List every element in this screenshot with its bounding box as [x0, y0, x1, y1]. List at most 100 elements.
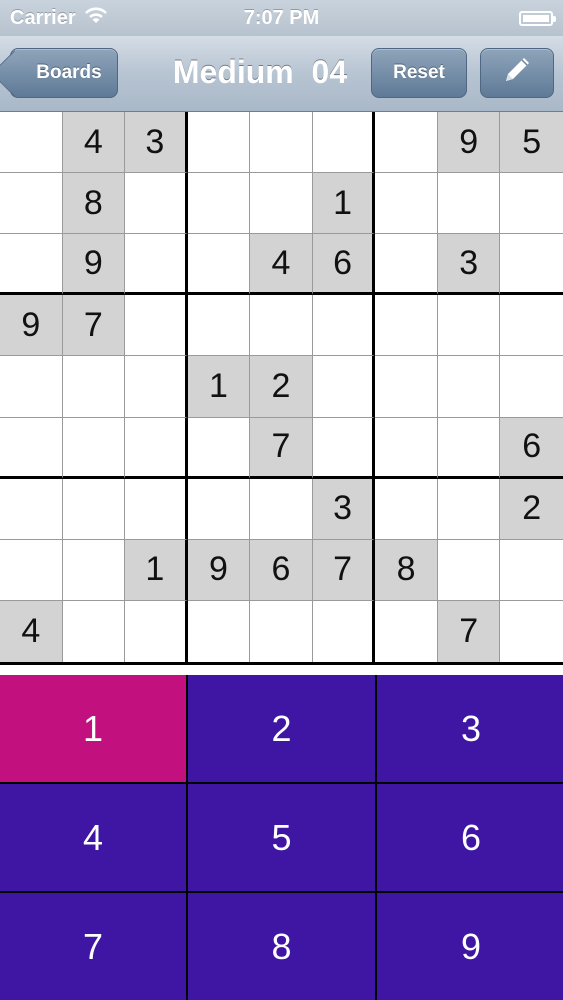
board-cell-r8-c7[interactable]: 8 [375, 539, 438, 601]
board-cell-r2-c1[interactable] [0, 173, 63, 235]
number-key-9[interactable]: 9 [377, 893, 563, 1000]
board-cell-r6-c5[interactable]: 7 [250, 417, 313, 479]
board-cell-r4-c3[interactable] [125, 295, 188, 357]
board-cell-r1-c5[interactable] [250, 112, 313, 174]
board-cell-r4-c6[interactable] [312, 295, 376, 357]
board-cell-r5-c3[interactable] [125, 356, 188, 418]
board-cell-r1-c6[interactable] [312, 112, 376, 174]
number-key-2[interactable]: 2 [188, 675, 375, 782]
board-cell-r6-c8[interactable] [437, 417, 501, 479]
board-cell-r4-c4[interactable] [187, 295, 251, 357]
navigation-bar: Boards Medium 04 Reset [0, 36, 563, 112]
board-cell-r7-c6[interactable]: 3 [312, 478, 376, 540]
board-cell-r3-c8[interactable]: 3 [437, 234, 501, 296]
board-cell-r8-c1[interactable] [0, 539, 63, 601]
board-cell-r7-c5[interactable] [250, 478, 313, 540]
board-cell-r6-c1[interactable] [0, 417, 63, 479]
board-cell-r8-c9[interactable] [500, 539, 563, 601]
board-cell-r9-c9[interactable] [500, 600, 563, 662]
number-key-4[interactable]: 4 [0, 784, 186, 891]
board-cell-r7-c3[interactable] [125, 478, 188, 540]
board-cell-r6-c4[interactable] [187, 417, 251, 479]
board-cell-r3-c7[interactable] [375, 234, 438, 296]
board-cell-r9-c7[interactable] [375, 600, 438, 662]
carrier-label: Carrier [10, 6, 76, 29]
number-key-3[interactable]: 3 [377, 675, 563, 782]
board-cell-r3-c3[interactable] [125, 234, 188, 296]
board-cell-r5-c1[interactable] [0, 356, 63, 418]
board-cell-r6-c3[interactable] [125, 417, 188, 479]
board-cell-r2-c8[interactable] [437, 173, 501, 235]
board-cell-r4-c2[interactable]: 7 [62, 295, 126, 357]
wifi-icon [84, 6, 108, 30]
board-cell-r4-c5[interactable] [250, 295, 313, 357]
status-left: Carrier [10, 6, 108, 30]
board-cell-r2-c9[interactable] [500, 173, 563, 235]
board-cell-r9-c4[interactable] [187, 600, 251, 662]
board-cell-r2-c2[interactable]: 8 [62, 173, 126, 235]
board-cell-r5-c9[interactable] [500, 356, 563, 418]
battery-icon [519, 10, 556, 26]
board-cell-r7-c9[interactable]: 2 [500, 478, 563, 540]
board-cell-r7-c8[interactable] [437, 478, 501, 540]
board-cell-r6-c2[interactable] [62, 417, 126, 479]
board-cell-r9-c6[interactable] [312, 600, 376, 662]
sudoku-board: 4395819463971276321967847 [0, 112, 563, 665]
board-cell-r3-c1[interactable] [0, 234, 63, 296]
board-cell-r5-c6[interactable] [312, 356, 376, 418]
reset-button[interactable]: Reset [371, 48, 467, 98]
board-cell-r2-c5[interactable] [250, 173, 313, 235]
board-cell-r6-c6[interactable] [312, 417, 376, 479]
board-cell-r7-c2[interactable] [62, 478, 126, 540]
board-cell-r2-c7[interactable] [375, 173, 438, 235]
board-cell-r2-c6[interactable]: 1 [312, 173, 376, 235]
board-cell-r9-c5[interactable] [250, 600, 313, 662]
board-cell-r4-c8[interactable] [437, 295, 501, 357]
board-cell-r6-c7[interactable] [375, 417, 438, 479]
board-cell-r4-c1[interactable]: 9 [0, 295, 63, 357]
board-cell-r1-c9[interactable]: 5 [500, 112, 563, 174]
board-cell-r3-c6[interactable]: 6 [312, 234, 376, 296]
board-cell-r2-c4[interactable] [187, 173, 251, 235]
board-cell-r8-c5[interactable]: 6 [250, 539, 313, 601]
board-cell-r5-c5[interactable]: 2 [250, 356, 313, 418]
board-cell-r1-c2[interactable]: 4 [62, 112, 126, 174]
number-key-5[interactable]: 5 [188, 784, 375, 891]
board-cell-r8-c2[interactable] [62, 539, 126, 601]
board-cell-r9-c1[interactable]: 4 [0, 600, 63, 662]
number-key-1[interactable]: 1 [0, 675, 186, 782]
board-cell-r1-c3[interactable]: 3 [125, 112, 188, 174]
board-cell-r2-c3[interactable] [125, 173, 188, 235]
board-cell-r5-c2[interactable] [62, 356, 126, 418]
number-key-8[interactable]: 8 [188, 893, 375, 1000]
number-key-7[interactable]: 7 [0, 893, 186, 1000]
board-cell-r8-c8[interactable] [437, 539, 501, 601]
boards-back-label: Boards [36, 62, 102, 83]
board-cell-r1-c8[interactable]: 9 [437, 112, 501, 174]
board-cell-r9-c2[interactable] [62, 600, 126, 662]
number-key-6[interactable]: 6 [377, 784, 563, 891]
board-cell-r1-c4[interactable] [187, 112, 251, 174]
board-cell-r3-c5[interactable]: 4 [250, 234, 313, 296]
board-cell-r5-c4[interactable]: 1 [187, 356, 251, 418]
boards-back-button[interactable]: Boards [10, 48, 118, 98]
board-cell-r5-c7[interactable] [375, 356, 438, 418]
board-cell-r9-c3[interactable] [125, 600, 188, 662]
board-cell-r9-c8[interactable]: 7 [437, 600, 501, 662]
board-cell-r3-c9[interactable] [500, 234, 563, 296]
board-cell-r8-c3[interactable]: 1 [125, 539, 188, 601]
board-cell-r1-c7[interactable] [375, 112, 438, 174]
board-cell-r7-c4[interactable] [187, 478, 251, 540]
board-cell-r7-c7[interactable] [375, 478, 438, 540]
board-cell-r8-c6[interactable]: 7 [312, 539, 376, 601]
edit-button[interactable] [480, 48, 554, 98]
board-cell-r5-c8[interactable] [437, 356, 501, 418]
board-cell-r3-c4[interactable] [187, 234, 251, 296]
board-cell-r3-c2[interactable]: 9 [62, 234, 126, 296]
board-cell-r7-c1[interactable] [0, 478, 63, 540]
board-cell-r8-c4[interactable]: 9 [187, 539, 251, 601]
board-cell-r4-c9[interactable] [500, 295, 563, 357]
board-cell-r6-c9[interactable]: 6 [500, 417, 563, 479]
board-cell-r1-c1[interactable] [0, 112, 63, 174]
board-cell-r4-c7[interactable] [375, 295, 438, 357]
